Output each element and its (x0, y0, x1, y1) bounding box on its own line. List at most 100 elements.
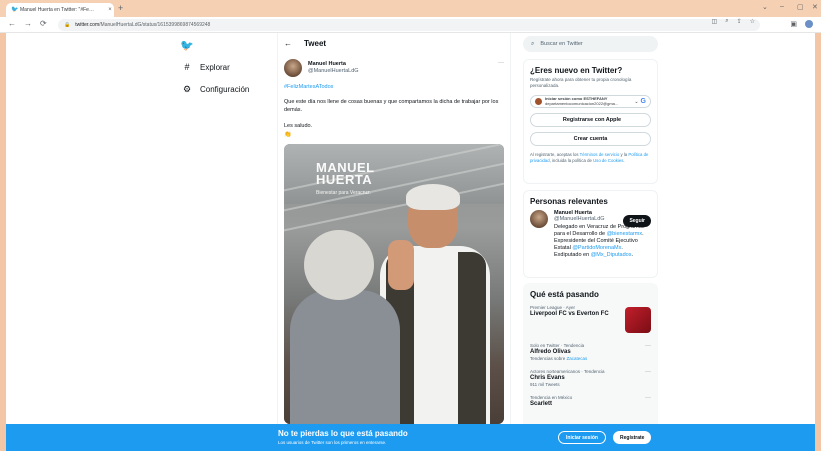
url-host: twitter.com (75, 22, 100, 28)
trend-item[interactable]: Actores norteamericanos · Tendencia Chri… (524, 365, 657, 391)
twitter-logo-icon[interactable]: 🐦 (180, 39, 194, 52)
minimize-button[interactable]: – (780, 3, 784, 10)
browser-tab[interactable]: 🐦 Manuel Huerta en Twitter: "#Fe… × (6, 3, 114, 17)
search-input[interactable]: ⌕ Buscar en Twitter (523, 36, 658, 52)
google-account-line2: departamentocomunicacion2022@gma... (545, 100, 619, 106)
bio-link[interactable]: @PartidoMorenaMx (572, 245, 621, 251)
trend-title: Scarlett (530, 401, 553, 407)
trend-title: Alfredo Olivas (530, 349, 571, 355)
nav-item-settings[interactable]: ⚙ Configuración (180, 84, 249, 95)
relevant-title: Personas relevantes (530, 197, 608, 206)
column-divider (510, 33, 511, 424)
google-account-avatar (535, 98, 542, 105)
photo-woman-figure (290, 230, 400, 424)
more-options-icon[interactable]: ··· (645, 369, 651, 375)
signup-subtitle: Regístrate ahora para obtener tu propia … (530, 77, 632, 88)
legal-text: . (623, 157, 625, 163)
forward-arrow-icon[interactable]: → (24, 19, 32, 28)
trend-item[interactable]: Premier League · Ayer Liverpool FC vs Ev… (524, 301, 657, 339)
trends-card: Qué está pasando Premier League · Ayer L… (523, 283, 658, 424)
create-account-button[interactable]: Crear cuenta (530, 132, 651, 146)
nav-item-label: Configuración (200, 85, 250, 94)
bio-link[interactable]: @bienestarmx (607, 231, 643, 237)
search-icon: ⌕ (531, 40, 535, 47)
tweet-header-title: Tweet (304, 39, 327, 48)
lock-icon: 🔒 (64, 22, 71, 28)
trend-thumbnail (625, 307, 651, 333)
more-options-icon[interactable]: ··· (645, 395, 651, 401)
twitter-page: 🐦 # Explorar ⚙ Configuración ← Tweet Man… (6, 33, 815, 424)
tweet-photo[interactable]: MANUEL HUERTA Bienestar para Veracruz. (284, 144, 504, 424)
author-name[interactable]: Manuel Huerta (308, 61, 359, 68)
back-arrow-icon[interactable]: ← (284, 39, 292, 48)
tab-close-icon[interactable]: × (106, 7, 114, 13)
relevant-people-card: Personas relevantes Manuel Huerta @Manue… (523, 190, 658, 278)
zoom-icon[interactable]: ⌕ (725, 18, 728, 25)
trend-meta: Solo en Twitter · Tendencia (530, 343, 585, 348)
google-signin-button[interactable]: Iniciar sesión como ESTHEFANY departamen… (530, 95, 651, 108)
search-placeholder: Buscar en Twitter (540, 41, 583, 47)
profile-avatar-icon[interactable] (805, 20, 813, 28)
terms-link[interactable]: Términos de servicio (580, 152, 620, 157)
login-button[interactable]: Iniciar sesión (558, 431, 606, 444)
apple-signup-label: Registrarse con Apple (562, 117, 622, 123)
close-window-button[interactable]: ✕ (812, 3, 818, 11)
trend-sub-link[interactable]: Zacatecas (567, 356, 588, 361)
trend-sub-text: Tendencias sobre (530, 356, 567, 361)
browser-toolbar: ← → ⟳ 🔒 twitter.com/ManuelHuertaLdG/stat… (0, 17, 821, 33)
person-avatar[interactable] (530, 210, 548, 228)
side-panel-icon[interactable]: ▣ (790, 20, 797, 28)
tab-title: Manuel Huerta en Twitter: "#Fe… (20, 7, 94, 13)
reload-icon[interactable]: ⟳ (40, 19, 47, 28)
bio-link[interactable]: @Mx_Diputados (591, 252, 632, 258)
photo-hands (388, 240, 414, 290)
author-handle[interactable]: @ManuelHuertaLdG (308, 68, 359, 75)
share-icon[interactable]: ⇪ (737, 18, 742, 25)
legal-text: y la (619, 152, 629, 157)
bookmark-star-icon[interactable]: ☆ (750, 18, 755, 25)
trend-sub: 911 mil Tweets (530, 382, 560, 387)
signup-banner: No te pierdas lo que está pasando Los us… (6, 424, 815, 451)
gear-icon: ⚙ (182, 84, 192, 94)
tweet-hashtag[interactable]: #FelizMartesATodos (284, 84, 333, 90)
signup-button[interactable]: Regístrate (613, 431, 652, 444)
more-options-icon[interactable]: ··· (645, 343, 651, 349)
tweet-greeting: Les saludo. (284, 123, 313, 129)
banner-title: No te pierdas lo que está pasando (278, 429, 408, 438)
photo-brand-title: MANUEL HUERTA (316, 160, 375, 187)
hand-emoji-icon: 👏 (284, 132, 292, 138)
tweet-column: ← Tweet Manuel Huerta @ManuelHuertaLdG ·… (278, 33, 510, 424)
trends-title: Qué está pasando (530, 290, 599, 299)
more-options-icon[interactable]: ··· (498, 60, 504, 66)
trend-meta: Tendencia en México (530, 395, 573, 400)
signup-card: ¿Eres nuevo en Twitter? Regístrate ahora… (523, 59, 658, 184)
maximize-button[interactable]: ▢ (797, 3, 804, 11)
back-arrow-icon[interactable]: ← (8, 19, 16, 28)
person-bio: Delegado en Veracruz de Programas para e… (554, 224, 651, 259)
create-account-label: Crear cuenta (573, 136, 608, 142)
trend-title: Chris Evans (530, 375, 565, 381)
signup-title: ¿Eres nuevo en Twitter? (530, 66, 623, 75)
tab-search-icon[interactable]: ⌄ (762, 3, 768, 11)
google-lens-icon[interactable]: ◫ (712, 18, 718, 25)
new-tab-button[interactable]: + (118, 4, 123, 13)
google-g-icon: G (640, 98, 646, 105)
apple-signup-button[interactable]: Registrarse con Apple (530, 113, 651, 127)
trend-item[interactable]: Tendencia en México Scarlett ··· (524, 391, 657, 411)
url-path: /ManuelHuertaLdG/status/1615399869874569… (99, 22, 211, 28)
nav-item-explore[interactable]: # Explorar (180, 62, 229, 72)
legal-text: Al registrarte, aceptas los (530, 152, 580, 157)
twitter-bird-icon: 🐦 (11, 7, 19, 13)
banner-subtitle: Los usuarios de Twitter son los primeros… (278, 440, 387, 445)
address-bar[interactable]: 🔒 twitter.com/ManuelHuertaLdG/status/161… (58, 19, 760, 31)
trend-sub: Tendencias sobre Zacatecas (530, 356, 651, 361)
chevron-down-icon: ⌄ (634, 98, 639, 105)
author-avatar[interactable] (284, 59, 302, 77)
tweet-header: ← Tweet (284, 39, 326, 48)
follow-button[interactable]: Seguir (623, 215, 651, 227)
photo-brand-subtitle: Bienestar para Veracruz. (316, 190, 372, 196)
tweet-text: Que este día nos llene de cosas buenas y… (284, 99, 499, 113)
trend-item[interactable]: Solo en Twitter · Tendencia Alfredo Oliv… (524, 339, 657, 365)
cookies-link[interactable]: Uso de Cookies (593, 158, 623, 163)
tweet-author[interactable]: Manuel Huerta @ManuelHuertaLdG (284, 59, 359, 77)
